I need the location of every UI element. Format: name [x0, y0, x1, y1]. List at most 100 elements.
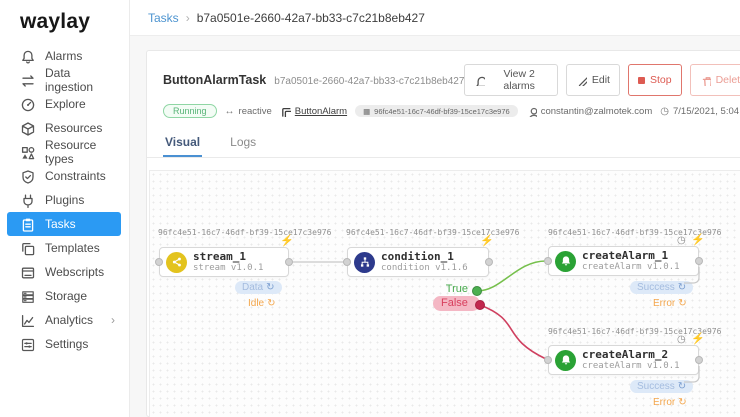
- sidebar-item-resources[interactable]: Resources: [7, 116, 121, 140]
- edge-false-to-create-alarm-2: [479, 304, 547, 360]
- sidebar-item-storage[interactable]: Storage: [7, 284, 121, 308]
- refresh-icon: ↻: [677, 381, 687, 392]
- node-stream-1[interactable]: stream_1 stream v1.0.1: [159, 247, 289, 277]
- task-owner: constantin@zalmotek.com: [526, 105, 653, 117]
- lightning-icon: ⚡: [480, 235, 494, 247]
- sidebar-item-constraints[interactable]: Constraints: [7, 164, 121, 188]
- stop-label: Stop: [649, 74, 672, 86]
- content-area: ButtonAlarmTask b7a0501e-2660-42a7-bb33-…: [130, 36, 740, 417]
- node-title: createAlarm_1: [582, 248, 669, 262]
- node-create-alarm-1[interactable]: createAlarm_1 createAlarm v1.0.1: [548, 246, 699, 276]
- sidebar-item-label: Data ingestion: [45, 66, 94, 94]
- sidebar-item-label: Tasks: [45, 217, 76, 231]
- state-badge-error: Error ↻: [653, 397, 687, 408]
- refresh-icon: ↻: [678, 298, 687, 309]
- created-timestamp: 7/15/2021, 5:04 PM: [673, 105, 740, 117]
- user-icon: [528, 107, 537, 117]
- sidebar: waylay Alarms Data ingestion Explore Res…: [0, 0, 130, 417]
- template-link[interactable]: ButtonAlarm: [280, 106, 347, 117]
- sidebar-item-label: Resource types: [45, 138, 97, 166]
- trash-icon: [702, 76, 711, 86]
- tab-visual[interactable]: Visual: [163, 128, 203, 157]
- node-create-alarm-2[interactable]: createAlarm_2 createAlarm v1.0.1: [548, 345, 699, 375]
- breadcrumb: Tasks › b7a0501e-2660-42a7-bb33-c7c21b8e…: [130, 0, 740, 36]
- task-name: ButtonAlarmTask: [163, 73, 267, 87]
- task-mode-label: reactive: [238, 105, 272, 117]
- sidebar-item-label: Explore: [45, 97, 86, 111]
- bell-icon: [476, 76, 486, 86]
- sidebar-item-webscripts[interactable]: Webscripts: [7, 260, 121, 284]
- clipboard-icon: [22, 217, 34, 232]
- stream-icon: [166, 251, 187, 273]
- state-badge-error: Error ↻: [653, 298, 687, 309]
- edit-button[interactable]: Edit: [565, 64, 620, 96]
- task-graph-canvas[interactable]: 96fc4e51-16c7-46df-bf39-15ce17c3e976 96f…: [149, 170, 740, 417]
- clock-icon: ◷: [660, 105, 669, 117]
- sidebar-item-label: Templates: [45, 241, 100, 255]
- template-name: ButtonAlarm: [294, 105, 348, 117]
- view-alarms-button[interactable]: View 2 alarms: [464, 64, 558, 96]
- state-badge-success: Success ↻: [630, 281, 694, 294]
- stop-square-icon: [637, 76, 645, 84]
- sidebar-item-templates[interactable]: Templates: [7, 236, 121, 260]
- cube-icon: [21, 121, 35, 136]
- task-created: ◷ 7/15/2021, 5:04 PM: [660, 106, 740, 117]
- delete-label: Delete: [715, 74, 740, 86]
- sliders-icon: [21, 338, 35, 351]
- sidebar-item-tasks[interactable]: Tasks: [7, 212, 121, 236]
- sidebar-item-settings[interactable]: Settings: [7, 332, 121, 356]
- refresh-icon: ↻: [267, 298, 276, 309]
- refresh-icon: ↻: [266, 282, 275, 293]
- chevron-right-icon: ›: [111, 313, 115, 327]
- clock-icon: ◷: [677, 235, 686, 246]
- shield-check-icon: [22, 169, 34, 184]
- sidebar-item-plugins[interactable]: Plugins: [7, 188, 121, 212]
- sidebar-item-label: Resources: [45, 121, 103, 135]
- sidebar-item-analytics[interactable]: Analytics ›: [7, 308, 121, 332]
- bell-icon: [22, 50, 34, 64]
- stop-button[interactable]: Stop: [627, 64, 682, 96]
- waylay-logo[interactable]: waylay: [0, 0, 129, 44]
- state-badge-data: Data ↻: [235, 281, 282, 294]
- node-plugin-version: condition v1.1.6: [381, 263, 468, 274]
- breadcrumb-tasks-link[interactable]: Tasks: [148, 11, 179, 25]
- task-id: b7a0501e-2660-42a7-bb33-c7c21b8eb427: [274, 76, 465, 87]
- condition-icon: [354, 251, 375, 273]
- resource-icon: ▦: [363, 106, 371, 116]
- node-condition-1[interactable]: condition_1 condition v1.1.6: [347, 247, 489, 277]
- resource-id: 96fc4e51-16c7-46df-bf39-15ce17c3e976: [374, 106, 510, 116]
- lightning-icon: ⚡: [280, 235, 294, 247]
- task-mode: ↔ reactive: [225, 106, 272, 117]
- node-title: createAlarm_2: [582, 347, 669, 361]
- sidebar-item-label: Webscripts: [45, 265, 105, 279]
- node-plugin-version: stream v1.0.1: [193, 263, 264, 274]
- sidebar-item-label: Settings: [45, 337, 89, 351]
- node-resource-label: 96fc4e51-16c7-46df-bf39-15ce17c3e976: [158, 228, 332, 237]
- copy-icon: [22, 242, 35, 255]
- chart-icon: [21, 314, 35, 327]
- task-header: ButtonAlarmTask b7a0501e-2660-42a7-bb33-…: [147, 51, 740, 102]
- edge-label-true: True: [445, 283, 468, 295]
- alarm-bell-icon: [555, 349, 576, 371]
- breadcrumb-separator: ›: [185, 10, 190, 25]
- shapes-icon: [21, 146, 35, 159]
- sidebar-item-alarms[interactable]: Alarms: [7, 44, 121, 68]
- breadcrumb-current: b7a0501e-2660-42a7-bb33-c7c21b8eb427: [196, 10, 425, 25]
- task-meta-row: Running ↔ reactive ButtonAlarm ▦ 96fc4e5…: [147, 102, 740, 128]
- sidebar-item-data-ingestion[interactable]: Data ingestion: [7, 66, 121, 94]
- task-actions: View 2 alarms Edit Stop Delete: [464, 64, 740, 96]
- delete-button[interactable]: Delete: [689, 64, 740, 96]
- sidebar-item-explore[interactable]: Explore: [7, 92, 121, 116]
- sidebar-nav: Alarms Data ingestion Explore Resources …: [0, 44, 129, 356]
- tab-logs[interactable]: Logs: [228, 128, 258, 157]
- refresh-icon: ↻: [677, 282, 687, 293]
- sidebar-item-label: Plugins: [45, 193, 85, 207]
- owner-email: constantin@zalmotek.com: [540, 105, 653, 117]
- compass-icon: [21, 98, 35, 111]
- sidebar-item-resource-types[interactable]: Resource types: [7, 138, 121, 166]
- node-title: condition_1: [381, 249, 454, 263]
- reactive-arrows-icon: ↔: [224, 105, 235, 117]
- sidebar-item-label: Storage: [45, 289, 88, 303]
- resource-badge[interactable]: ▦ 96fc4e51-16c7-46df-bf39-15ce17c3e976: [355, 105, 518, 117]
- sidebar-item-label: Analytics: [45, 313, 94, 327]
